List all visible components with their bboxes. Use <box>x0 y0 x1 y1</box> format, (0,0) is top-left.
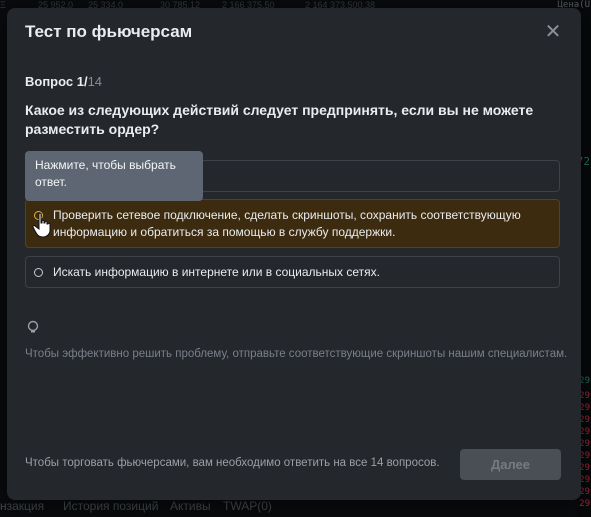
close-icon: ✕ <box>544 21 562 43</box>
futures-quiz-dialog: Тест по фьючерсам ✕ Вопрос 1/14 Какое из… <box>7 8 581 500</box>
question-counter: Вопрос 1/14 <box>25 74 102 89</box>
close-button[interactable]: ✕ <box>543 22 563 42</box>
answer-option-label: Проверить сетевое подключение, сделать с… <box>53 208 521 239</box>
hand-cursor-icon <box>32 212 51 238</box>
hint-text: Чтобы эффективно решить проблему, отправ… <box>25 348 568 360</box>
footer-requirement-text: Чтобы торговать фьючерсами, вам необходи… <box>25 457 440 469</box>
next-button[interactable]: Далее <box>460 449 561 480</box>
question-counter-total: 14 <box>87 74 103 89</box>
select-answer-tooltip: Нажмите, чтобы выбрать ответ. <box>25 151 203 201</box>
answer-option-label: Искать информацию в интернете или в соци… <box>53 265 380 279</box>
radio-button[interactable] <box>34 268 43 277</box>
answer-option-3[interactable]: Искать информацию в интернете или в соци… <box>25 256 560 288</box>
dialog-title: Тест по фьючерсам <box>25 22 193 41</box>
lightbulb-icon <box>27 320 39 333</box>
question-counter-label: Вопрос 1/ <box>25 74 88 89</box>
answer-option-2[interactable]: Проверить сетевое подключение, сделать с… <box>25 199 560 248</box>
question-text: Какое из следующих действий следует пред… <box>25 102 534 137</box>
